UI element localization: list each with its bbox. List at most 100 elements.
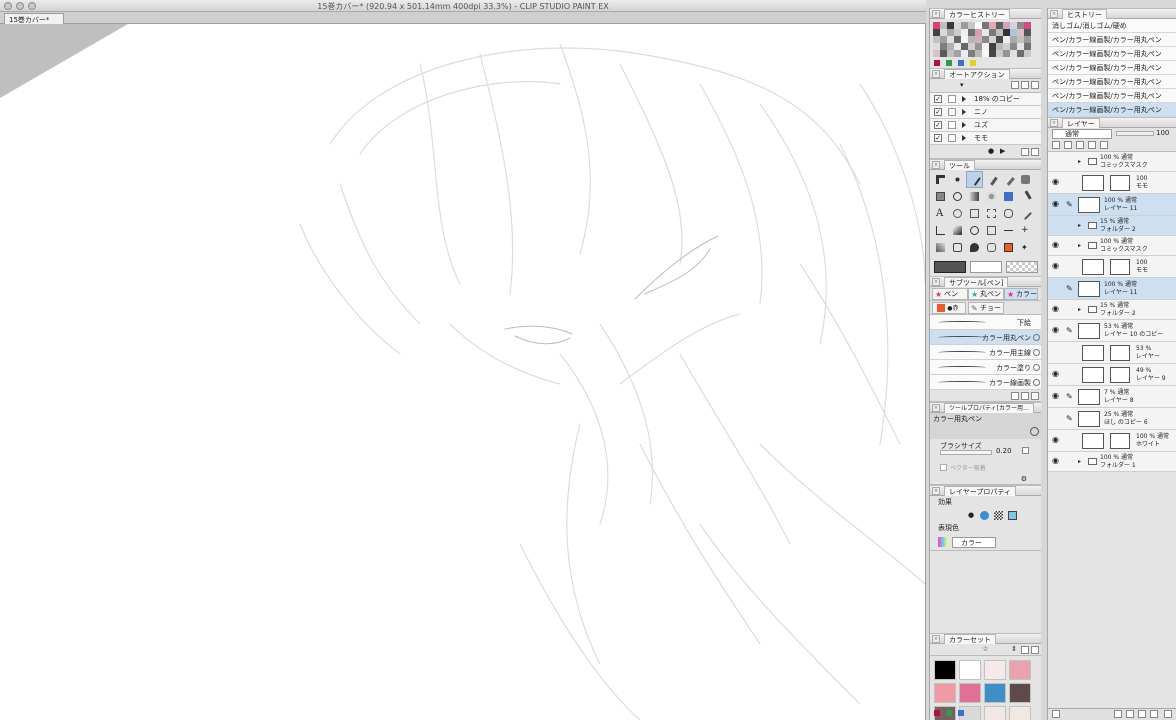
pen-tool[interactable] bbox=[966, 171, 983, 188]
eye-icon[interactable] bbox=[1052, 348, 1061, 357]
color-history-swatch[interactable] bbox=[968, 36, 975, 43]
eye-icon[interactable]: ◉ bbox=[1052, 305, 1061, 314]
expand-triangle-icon[interactable] bbox=[962, 109, 966, 115]
color-history-swatch[interactable] bbox=[1017, 22, 1024, 29]
history-item[interactable]: 消しゴム/消しゴム/硬め bbox=[1048, 19, 1176, 33]
layer-row[interactable]: ◉ 49 % レイヤー 9 bbox=[1048, 364, 1176, 386]
color-set-swatch[interactable] bbox=[984, 683, 1006, 703]
panel-collapse-icon[interactable]: × bbox=[1050, 10, 1058, 18]
gradient-tool[interactable] bbox=[933, 223, 948, 238]
color-history-swatch[interactable] bbox=[996, 22, 1003, 29]
color-history-swatch[interactable] bbox=[982, 22, 989, 29]
draft-layer-icon[interactable] bbox=[1076, 141, 1084, 149]
eye-icon[interactable] bbox=[1052, 284, 1061, 293]
auto-action-dialog-toggle[interactable] bbox=[948, 95, 956, 103]
color-chip[interactable] bbox=[970, 60, 976, 66]
auto-action-checkbox[interactable]: ✓ bbox=[934, 121, 942, 129]
layer-row[interactable]: ◉ ✎ 7 % 通常 レイヤー 8 bbox=[1048, 386, 1176, 408]
panel-collapse-icon[interactable]: × bbox=[932, 70, 940, 78]
sub-tool-group-palette[interactable]: ●赤 bbox=[932, 302, 966, 314]
color-chip[interactable] bbox=[958, 60, 964, 66]
color-history-swatch[interactable] bbox=[1010, 36, 1017, 43]
auto-action-checkbox[interactable]: ✓ bbox=[934, 95, 942, 103]
tool-property-tab[interactable]: ツールプロパティ[カラー用… bbox=[944, 403, 1034, 413]
magnify-icon[interactable] bbox=[1033, 379, 1040, 386]
frame-tool[interactable] bbox=[967, 206, 982, 221]
delete-sub-tool-icon[interactable] bbox=[1031, 392, 1039, 400]
color-history-swatch[interactable] bbox=[1024, 36, 1031, 43]
eye-icon[interactable]: ◉ bbox=[1052, 200, 1061, 209]
color-history-swatch[interactable] bbox=[954, 43, 961, 50]
eye-icon[interactable]: ◉ bbox=[1052, 436, 1061, 445]
color-effect-icon[interactable] bbox=[980, 511, 989, 520]
magnify-icon[interactable] bbox=[1033, 364, 1040, 371]
layer-row[interactable]: ◉ 100 % 通常 ホワイト bbox=[1048, 430, 1176, 452]
auto-action-dialog-toggle[interactable] bbox=[948, 121, 956, 129]
new-raster-layer-icon[interactable] bbox=[1114, 710, 1122, 718]
clip-layer-icon[interactable] bbox=[1052, 141, 1060, 149]
auto-action-item[interactable]: ✓ ユズ bbox=[930, 119, 1041, 132]
transparent-color-swatch[interactable] bbox=[1006, 261, 1038, 273]
brush-size-dynamics-icon[interactable] bbox=[1022, 447, 1029, 454]
history-item[interactable]: ペン/カラー線画製/カラー用丸ペン bbox=[1048, 103, 1176, 117]
color-history-swatch[interactable] bbox=[1010, 22, 1017, 29]
color-history-tab[interactable]: カラーヒストリー bbox=[944, 9, 1010, 19]
color-set-swatch[interactable] bbox=[959, 660, 981, 680]
eraser-tool[interactable] bbox=[933, 189, 948, 204]
sub-tool-item[interactable]: カラー塗り bbox=[930, 360, 1041, 375]
brush-preview-zoom-icon[interactable] bbox=[1030, 427, 1039, 436]
pattern-tool[interactable] bbox=[1001, 240, 1016, 255]
color-history-swatch[interactable] bbox=[989, 22, 996, 29]
dropper-tool[interactable] bbox=[1018, 189, 1033, 204]
color-history-swatch[interactable] bbox=[968, 43, 975, 50]
expand-triangle-icon[interactable] bbox=[962, 122, 966, 128]
new-action-icon[interactable] bbox=[1021, 148, 1029, 156]
auto-action-set-selector[interactable]: ▾ bbox=[930, 79, 1041, 93]
eye-icon[interactable]: ◉ bbox=[1052, 241, 1061, 250]
panel-collapse-icon[interactable]: × bbox=[932, 278, 940, 286]
history-item[interactable]: ペン/カラー線画製/カラー用丸ペン bbox=[1048, 75, 1176, 89]
color-history-swatch[interactable] bbox=[968, 22, 975, 29]
brush-size-slider[interactable] bbox=[940, 450, 992, 455]
new-folder-icon[interactable] bbox=[1138, 710, 1146, 718]
layer-row[interactable]: ◉ ▸ 100 % 通常 コミックスマスク bbox=[1048, 236, 1176, 256]
main-color-swatch[interactable] bbox=[934, 261, 966, 273]
auto-action-item[interactable]: ✓ モモ bbox=[930, 132, 1041, 145]
auto-action-item[interactable]: ✓ 18% のコピー bbox=[930, 93, 1041, 106]
expand-triangle-icon[interactable] bbox=[962, 96, 966, 102]
color-history-swatch[interactable] bbox=[975, 36, 982, 43]
color-history-swatch[interactable] bbox=[947, 29, 954, 36]
expand-triangle-icon[interactable]: ▸ bbox=[1078, 158, 1081, 165]
history-item[interactable]: ペン/カラー線画製/カラー用丸ペン bbox=[1048, 33, 1176, 47]
color-history-swatch[interactable] bbox=[982, 50, 989, 57]
zoom-tool[interactable] bbox=[967, 223, 982, 238]
color-chip[interactable] bbox=[946, 60, 952, 66]
pin-tool[interactable]: + bbox=[1018, 223, 1033, 238]
sub-tool-item[interactable]: 下絵 bbox=[930, 315, 1041, 330]
color-history-swatch[interactable] bbox=[989, 36, 996, 43]
color-history-swatch[interactable] bbox=[975, 29, 982, 36]
color-history-swatch[interactable] bbox=[947, 22, 954, 29]
color-history-swatch[interactable] bbox=[975, 22, 982, 29]
color-history-swatch[interactable] bbox=[982, 43, 989, 50]
layer-row[interactable]: ◉ ▸ 15 % 通常 フォルダー 2 bbox=[1048, 300, 1176, 320]
color-history-swatch[interactable] bbox=[982, 36, 989, 43]
expand-triangle-icon[interactable]: ▸ bbox=[1078, 242, 1081, 249]
color-history-swatch[interactable] bbox=[1010, 50, 1017, 57]
color-chip[interactable] bbox=[934, 710, 940, 716]
color-set-menu-icon[interactable] bbox=[1021, 646, 1029, 654]
panel-collapse-icon[interactable]: × bbox=[932, 10, 940, 18]
lock-transparency-icon[interactable] bbox=[1100, 141, 1108, 149]
layer-menu-icon[interactable] bbox=[1052, 710, 1060, 718]
color-history-swatch[interactable] bbox=[968, 29, 975, 36]
pencil-tool[interactable] bbox=[984, 172, 999, 187]
color-history-swatch[interactable] bbox=[961, 29, 968, 36]
eye-icon[interactable] bbox=[1052, 157, 1061, 166]
color-chip[interactable] bbox=[958, 710, 964, 716]
color-history-swatch[interactable] bbox=[947, 50, 954, 57]
new-set-icon[interactable] bbox=[1011, 81, 1019, 89]
color-history-swatch[interactable] bbox=[961, 50, 968, 57]
blend-mode-select[interactable]: 通常 bbox=[1052, 129, 1112, 139]
layer-row[interactable]: ◉ ▸ 100 % 通常 フォルダー 1 bbox=[1048, 452, 1176, 472]
layer-row[interactable]: ◉ ✎ 53 % 通常 レイヤー 10 のコピー bbox=[1048, 320, 1176, 342]
